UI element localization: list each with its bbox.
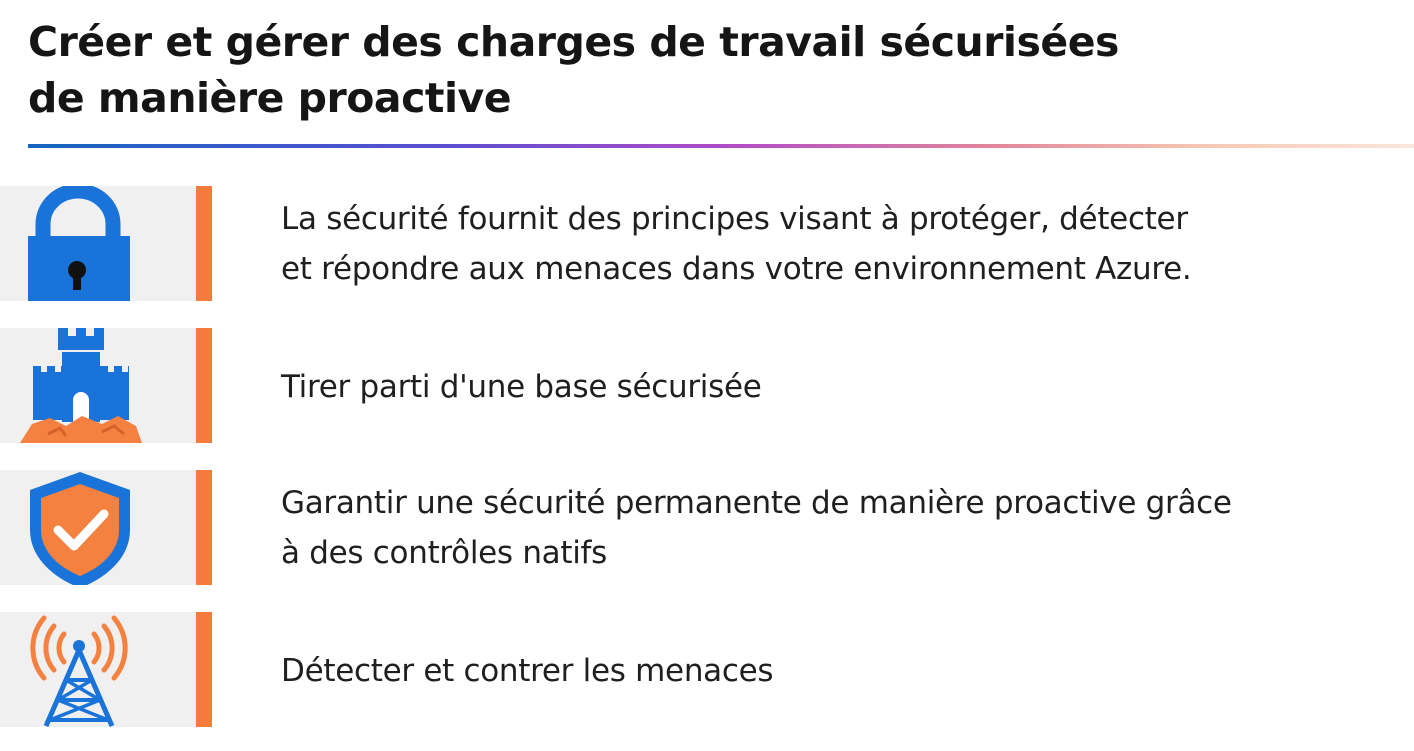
row-text-line: Détecter et contrer les menaces [281, 653, 774, 689]
antenna-tower-icon [30, 615, 128, 727]
icon-panel [0, 612, 196, 727]
list-item-threat-detection: Détecter et contrer les menaces [0, 612, 1414, 727]
row-text: La sécurité fournit des principes visant… [281, 194, 1406, 294]
slide-title-line-2: de manière proactive [28, 74, 512, 122]
slide-title: Créer et gérer des charges de travail sé… [28, 14, 1328, 126]
list-item-security-principles: La sécurité fournit des principes visant… [0, 186, 1414, 301]
accent-bar [196, 186, 212, 301]
accent-bar [196, 328, 212, 443]
accent-bar [196, 612, 212, 727]
row-text: Tirer parti d'une base sécurisée [281, 362, 1406, 412]
row-text-line: à des contrôles natifs [281, 535, 608, 571]
row-text-line: et répondre aux menaces dans votre envir… [281, 251, 1192, 287]
list-item-proactive-security: Garantir une sécurité permanente de mani… [0, 470, 1414, 585]
list-item-secure-foundation: Tirer parti d'une base sécurisée [0, 328, 1414, 443]
padlock-icon [28, 186, 130, 301]
title-gradient-underline [28, 144, 1414, 148]
icon-panel [0, 186, 196, 301]
castle-icon [20, 328, 142, 443]
row-text: Garantir une sécurité permanente de mani… [281, 478, 1406, 578]
icon-panel [0, 470, 196, 585]
accent-bar [196, 470, 212, 585]
row-text: Détecter et contrer les menaces [281, 646, 1406, 696]
slide-title-line-1: Créer et gérer des charges de travail sé… [28, 18, 1119, 66]
row-text-line: Tirer parti d'une base sécurisée [281, 369, 762, 405]
icon-panel [0, 328, 196, 443]
shield-check-icon [30, 472, 130, 585]
row-text-line: Garantir une sécurité permanente de mani… [281, 485, 1232, 521]
row-text-line: La sécurité fournit des principes visant… [281, 201, 1188, 237]
